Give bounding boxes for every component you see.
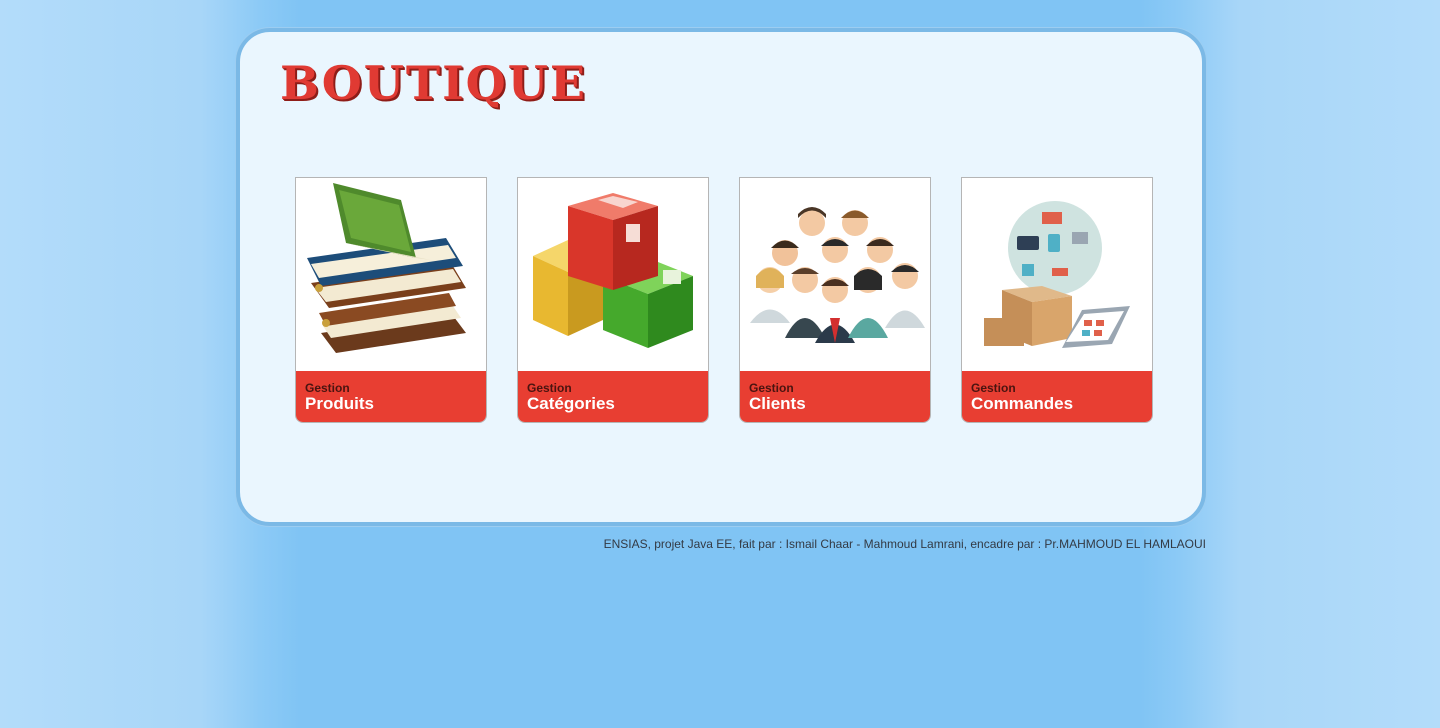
tile-big-label: Produits [305, 394, 374, 413]
tile-small-label: Gestion [749, 381, 794, 395]
people-icon [750, 207, 925, 343]
tile-small-label: Gestion [527, 381, 572, 395]
tile-label-band: Gestion Clients [740, 371, 930, 422]
tile-big-label: Catégories [527, 394, 615, 413]
books-icon [307, 183, 466, 353]
tile-commandes[interactable]: Gestion Commandes [961, 177, 1153, 423]
tile-clients[interactable]: Gestion Clients [739, 177, 931, 423]
tile-label-band: Gestion Catégories [518, 371, 708, 422]
boxes-icon [533, 193, 693, 348]
logo: BOUTIQUE [280, 56, 587, 110]
orders-icon [984, 201, 1130, 348]
tile-small-label: Gestion [305, 381, 350, 395]
tile-label-band: Gestion Produits [296, 371, 486, 422]
tile-label-band: Gestion Commandes [962, 371, 1152, 422]
main-panel: BOUTIQUE Gestion Produits Gestion Catégo… [236, 28, 1206, 526]
tile-big-label: Commandes [971, 394, 1074, 413]
tile-produits[interactable]: Gestion Produits [295, 177, 487, 423]
tile-big-label: Clients [749, 394, 806, 413]
tile-categories[interactable]: Gestion Catégories [517, 177, 709, 423]
footer-credits: ENSIAS, projet Java EE, fait par : Ismai… [603, 537, 1206, 551]
tile-small-label: Gestion [971, 381, 1016, 395]
